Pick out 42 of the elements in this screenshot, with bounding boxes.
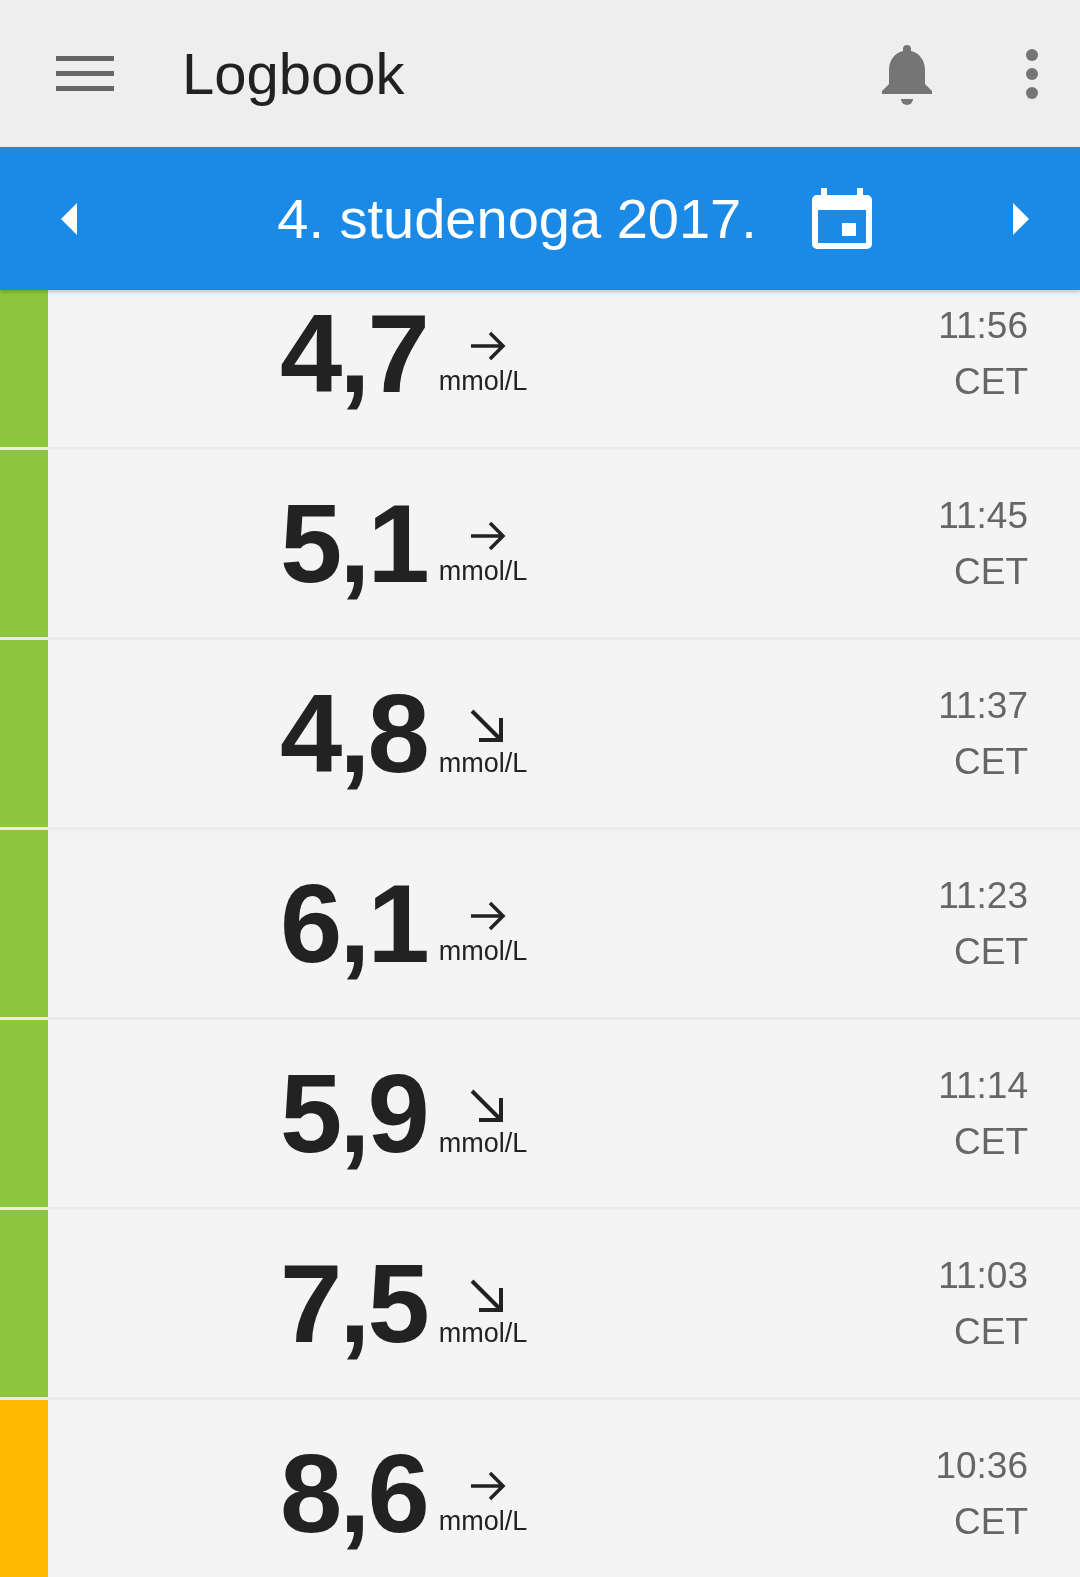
reading-row[interactable]: 7,5 mmol/L 11:03 CET <box>0 1210 1080 1400</box>
app-title: Logbook <box>182 40 406 107</box>
time-label: 11:56 <box>938 304 1028 347</box>
timezone-label: CET <box>954 550 1028 593</box>
reading-row[interactable]: 6,1 mmol/L 11:23 CET <box>0 830 1080 1020</box>
glucose-value: 5,1 <box>280 480 427 608</box>
menu-button[interactable] <box>56 53 114 94</box>
time-label: 11:03 <box>938 1254 1028 1297</box>
unit-label: mmol/L <box>438 748 528 779</box>
calendar-button[interactable] <box>810 187 873 250</box>
reading-row[interactable]: 5,1 mmol/L 11:45 CET <box>0 450 1080 640</box>
time-label: 11:23 <box>938 874 1028 917</box>
previous-day-button[interactable] <box>60 202 78 235</box>
timezone-label: CET <box>954 1310 1028 1353</box>
time-label: 11:45 <box>938 494 1028 537</box>
glucose-value: 7,5 <box>280 1240 427 1368</box>
more-options-button[interactable] <box>1024 48 1040 99</box>
timezone-label: CET <box>954 1500 1028 1543</box>
date-label: 4. studenoga 2017. <box>277 186 757 251</box>
glucose-value: 4,7 <box>280 290 427 418</box>
glucose-value: 4,8 <box>280 670 427 798</box>
unit-label: mmol/L <box>438 936 528 967</box>
timezone-label: CET <box>954 1120 1028 1163</box>
timezone-label: CET <box>954 360 1028 403</box>
unit-label: mmol/L <box>438 366 528 397</box>
glucose-value: 6,1 <box>280 860 427 988</box>
time-label: 10:36 <box>935 1444 1028 1487</box>
reading-row[interactable]: 5,9 mmol/L 11:14 CET <box>0 1020 1080 1210</box>
glucose-value: 8,6 <box>280 1430 427 1558</box>
reading-row[interactable]: 4,7 mmol/L 11:56 CET <box>0 290 1080 450</box>
unit-label: mmol/L <box>438 1506 528 1537</box>
glucose-value: 5,9 <box>280 1050 427 1178</box>
timezone-label: CET <box>954 930 1028 973</box>
time-label: 11:37 <box>938 684 1028 727</box>
bell-button[interactable] <box>880 42 934 105</box>
reading-row[interactable]: 4,8 mmol/L 11:37 CET <box>0 640 1080 830</box>
unit-label: mmol/L <box>438 1318 528 1349</box>
unit-label: mmol/L <box>438 1128 528 1159</box>
time-label: 11:14 <box>938 1064 1028 1107</box>
timezone-label: CET <box>954 740 1028 783</box>
next-day-button[interactable] <box>1012 202 1030 235</box>
unit-label: mmol/L <box>438 556 528 587</box>
